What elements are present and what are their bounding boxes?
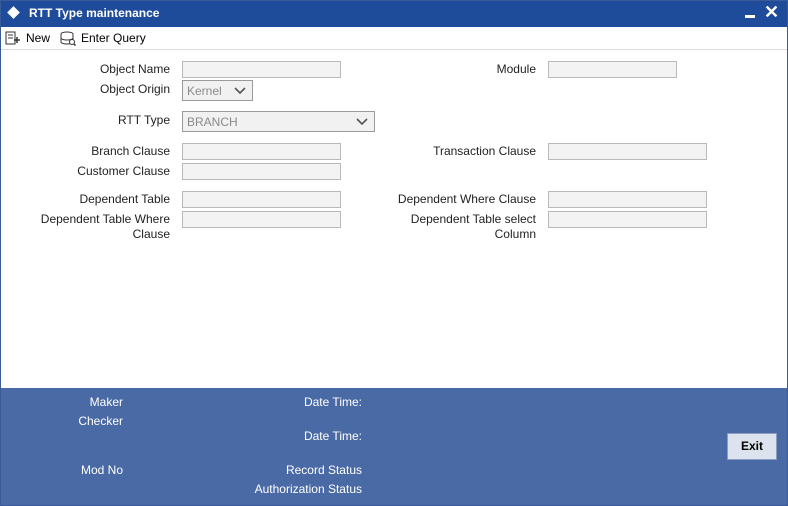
object-origin-select[interactable]: Kernel — [182, 80, 253, 101]
dependent-table-select-column-label-line-1: Dependent Table select — [410, 212, 536, 226]
dependent-where-clause-field[interactable] — [548, 191, 707, 208]
transaction-clause-label: Transaction Clause — [433, 144, 536, 158]
record-status-label: Record Status — [285, 463, 362, 477]
new-document-icon — [5, 31, 20, 45]
dependent-table-where-clause-field[interactable] — [182, 211, 341, 228]
module-label: Module — [496, 62, 536, 76]
exit-button[interactable]: Exit — [727, 433, 777, 460]
rtt-type-value: BRANCH — [187, 115, 238, 129]
enter-query-button[interactable]: Enter Query — [60, 29, 146, 47]
checker-date-time-label: Date Time: — [303, 429, 362, 443]
transaction-clause-field[interactable] — [548, 143, 707, 160]
dependent-table-select-column-field[interactable] — [548, 211, 707, 228]
customer-clause-label: Customer Clause — [77, 164, 170, 178]
dependent-table-field[interactable] — [182, 191, 341, 208]
rtt-type-select[interactable]: BRANCH — [182, 111, 375, 132]
close-icon[interactable]: ✕ — [764, 2, 779, 22]
new-button[interactable]: New — [5, 29, 50, 47]
rtt-type-maintenance-window: RTT Type maintenance ✕ New Enter Query O… — [0, 0, 788, 506]
title-bar: RTT Type maintenance ✕ — [1, 1, 787, 27]
new-button-label: New — [26, 31, 51, 45]
branch-clause-label: Branch Clause — [91, 144, 170, 158]
dependent-where-clause-label: Dependent Where Clause — [397, 192, 536, 206]
object-origin-label: Object Origin — [99, 82, 170, 96]
dependent-table-select-column-label: Dependent Table select Column — [371, 212, 536, 242]
dependent-table-label: Dependent Table — [79, 192, 170, 206]
mod-no-label: Mod No — [80, 463, 123, 477]
customer-clause-field[interactable] — [182, 163, 341, 180]
module-field[interactable] — [548, 61, 677, 78]
object-name-field[interactable] — [182, 61, 341, 78]
chevron-down-icon — [356, 118, 368, 126]
object-name-label: Object Name — [99, 62, 170, 76]
enter-query-label: Enter Query — [81, 31, 146, 45]
dependent-table-where-clause-label: Dependent Table Where Clause — [21, 212, 170, 242]
dependent-table-where-clause-label-line-2: Clause — [132, 227, 170, 241]
authorization-status-label: Authorization Status — [254, 482, 362, 496]
window-title: RTT Type maintenance — [29, 6, 160, 20]
dependent-table-select-column-label-line-2: Column — [494, 227, 536, 241]
minimize-icon[interactable] — [745, 15, 755, 18]
window-diamond-icon — [7, 6, 20, 19]
checker-label: Checker — [78, 414, 123, 428]
rtt-type-label: RTT Type — [117, 113, 170, 127]
branch-clause-field[interactable] — [182, 143, 341, 160]
chevron-down-icon — [234, 87, 246, 95]
database-query-icon — [60, 31, 76, 46]
maker-date-time-label: Date Time: — [303, 395, 362, 409]
toolbar: New Enter Query — [1, 27, 787, 50]
object-origin-value: Kernel — [187, 84, 222, 98]
maker-label: Maker — [89, 395, 123, 409]
dependent-table-where-clause-label-line-1: Dependent Table Where — [40, 212, 170, 226]
